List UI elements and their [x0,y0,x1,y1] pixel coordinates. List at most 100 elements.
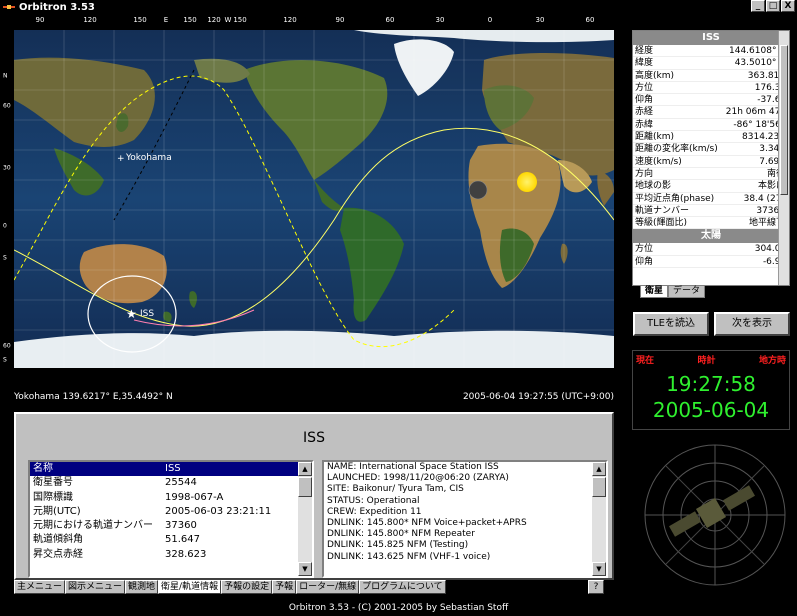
close-button[interactable]: X [781,0,795,12]
tab-prediction-settings[interactable]: 予報の設定 [221,580,273,594]
list-item[interactable]: 元期における軌道ナンバー 37360 [30,519,312,533]
clock-date: 2005-06-04 [652,398,770,422]
scroll-thumb[interactable] [298,477,312,497]
data-row: 仰角 -6.9° [633,256,789,269]
tab-prediction[interactable]: 予報 [272,580,297,594]
help-button[interactable]: ? [588,580,604,594]
data-row: 赤経 21h 06m 47s [633,106,789,119]
data-row: 距離(km) 8314.236 [633,131,789,144]
lon-tick: E [163,16,169,24]
clock-label-clock[interactable]: 時計 [697,353,715,366]
list-item[interactable]: 衛星番号 25544 [30,476,312,490]
world-map[interactable]: + Yokohama ★ ISS [14,30,614,368]
note-line: NAME: International Space Station ISS [327,462,499,472]
scroll-thumb[interactable] [780,45,788,195]
list-item[interactable]: 軌道傾斜角 51.647 [30,533,312,547]
lat-tick: N [3,72,8,80]
satellite-app-icon [2,1,16,13]
lon-tick: 30 [535,16,545,24]
tab-main-menu[interactable]: 主メニュー [14,580,66,594]
clock-time: 19:27:58 [666,372,756,396]
lon-tick: 30 [435,16,445,24]
map-datetime: 2005-06-04 19:27:55 (UTC+9:00) [462,392,614,402]
note-line: LAUNCHED: 1998/11/20@06:20 (ZARYA) [327,473,509,484]
city-label-yokohama: Yokohama [125,153,172,163]
note-line: DNLINK: 143.625 NFM (VHF-1 voice) [327,551,491,562]
scroll-up-icon[interactable]: ▲ [592,462,606,476]
lat-tick: S [3,356,7,364]
lon-tick: 120 [207,16,221,24]
lon-tick: 90 [35,16,45,24]
latitude-ticks: N 60 30 0 S 60 S [0,30,14,370]
clock-label-now[interactable]: 現在 [636,353,654,366]
data-row: 仰角 -37.6° [633,94,789,107]
data-row: 軌道ナンバー 37368 [633,205,789,218]
info-title: ISS [303,430,325,446]
longitude-ticks: 90 120 150 E 150 120 W 150 120 90 60 30 … [14,14,614,28]
window-title: Orbitron 3.53 [19,1,95,13]
svg-text:★: ★ [126,307,137,321]
scroll-down-icon[interactable]: ▼ [298,562,312,576]
sun-icon [517,172,537,192]
load-tle-button[interactable]: TLEを読込 [633,312,709,336]
data-row: 速度(km/s) 7.692 [633,156,789,168]
tab-data[interactable]: データ [668,286,706,298]
lon-tick: 60 [385,16,395,24]
left-list-scrollbar[interactable]: ▲ ▼ [298,462,312,576]
lon-tick: 60 [585,16,595,24]
lat-tick: 60 [3,102,11,110]
data-row: 平均近点角(phase) 38.4 (27) [633,193,789,205]
clock-label-local[interactable]: 地方時 [759,353,786,366]
scroll-up-icon[interactable]: ▲ [298,462,312,476]
maximize-button[interactable]: □ [766,0,780,12]
lat-tick: 0 [3,222,7,230]
list-item[interactable]: 元期(UTC) 2005-06-03 23:21:11 [30,505,312,519]
world-map-panel: 90 120 150 E 150 120 W 150 120 90 60 30 … [0,14,628,406]
lon-tick: 120 [83,16,97,24]
data-panel-scrollbar[interactable] [778,31,789,285]
tab-satellite-info[interactable]: 衛星/軌道情報 [158,580,222,594]
satellite-info-panel: ISS 名称 ISS 衛星番号 25544 国際標識 1998-067-A 元期(UT… [14,412,614,580]
minimize-button[interactable]: _ [751,0,765,12]
lon-tick: 90 [335,16,345,24]
data-row: 地球の影 本影に [633,180,789,193]
tab-satellite[interactable]: 衛星 [640,286,669,298]
list-item[interactable]: 国際標識 1998-067-A [30,491,312,505]
tab-rotor-radio[interactable]: ローター/無線 [296,580,360,594]
data-row: 方位 176.3° [633,82,789,95]
scroll-down-icon[interactable]: ▼ [592,562,606,576]
lat-tick: S [3,254,7,262]
data-row: 赤緯 -86° 18'56" [633,119,789,132]
tab-about[interactable]: プログラムについて [359,580,446,594]
next-button[interactable]: 次を表示 [714,312,790,336]
lon-tick: 150 [183,16,197,24]
orbital-elements-list[interactable]: 名称 ISS 衛星番号 25544 国際標識 1998-067-A 元期(UTC) 20… [28,460,314,578]
lon-tick: 120 [283,16,297,24]
lon-tick: 150 [133,16,147,24]
lon-tick: 150 [233,16,247,24]
list-item[interactable]: 昇交点赤経 328.623 [30,548,312,562]
satellite-notes-text[interactable]: NAME: International Space Station ISS LA… [322,460,608,578]
right-list-scrollbar[interactable]: ▲ ▼ [592,462,606,576]
sun-section-header: 太陽 [633,229,789,244]
tab-location[interactable]: 観測地 [125,580,159,594]
note-line: DNLINK: 145.800* NFM Voice+packet+APRS [327,517,527,528]
note-line: STATUS: Operational [327,495,420,506]
list-item[interactable]: 名称 ISS [30,462,312,477]
data-panel-tabs: 衛星 データ [640,286,706,298]
moon-icon [468,180,488,200]
note-line: CREW: Expedition 11 [327,506,422,517]
tab-display-menu[interactable]: 図示メニュー [65,580,126,594]
map-status-bar: Yokohama 139.6217° E,35.4492° N 2005-06-… [14,390,614,404]
satellite-data-panel: ISS 経度 144.6108° E 緯度 43.5010° S 高度(km) 363… [632,30,790,286]
clock-panel: 現在 時計 地方時 19:27:58 2005-06-04 [632,350,790,430]
footer-copyright: Orbitron 3.53 - (C) 2001-2005 by Sebasti… [288,603,509,613]
svg-text:+: + [117,154,125,164]
lat-tick: 60 [3,342,11,350]
data-row: 等級(輝面比) 地平線下 [633,217,789,230]
data-row: 高度(km) 363.814 [633,70,789,82]
data-rows: 経度 144.6108° E 緯度 43.5010° S 高度(km) 363.814… [633,45,789,230]
data-row: 距離の変化率(km/s) 3.348 [633,143,789,156]
satellite-label-iss: ISS [140,309,154,319]
scroll-thumb[interactable] [592,477,606,497]
